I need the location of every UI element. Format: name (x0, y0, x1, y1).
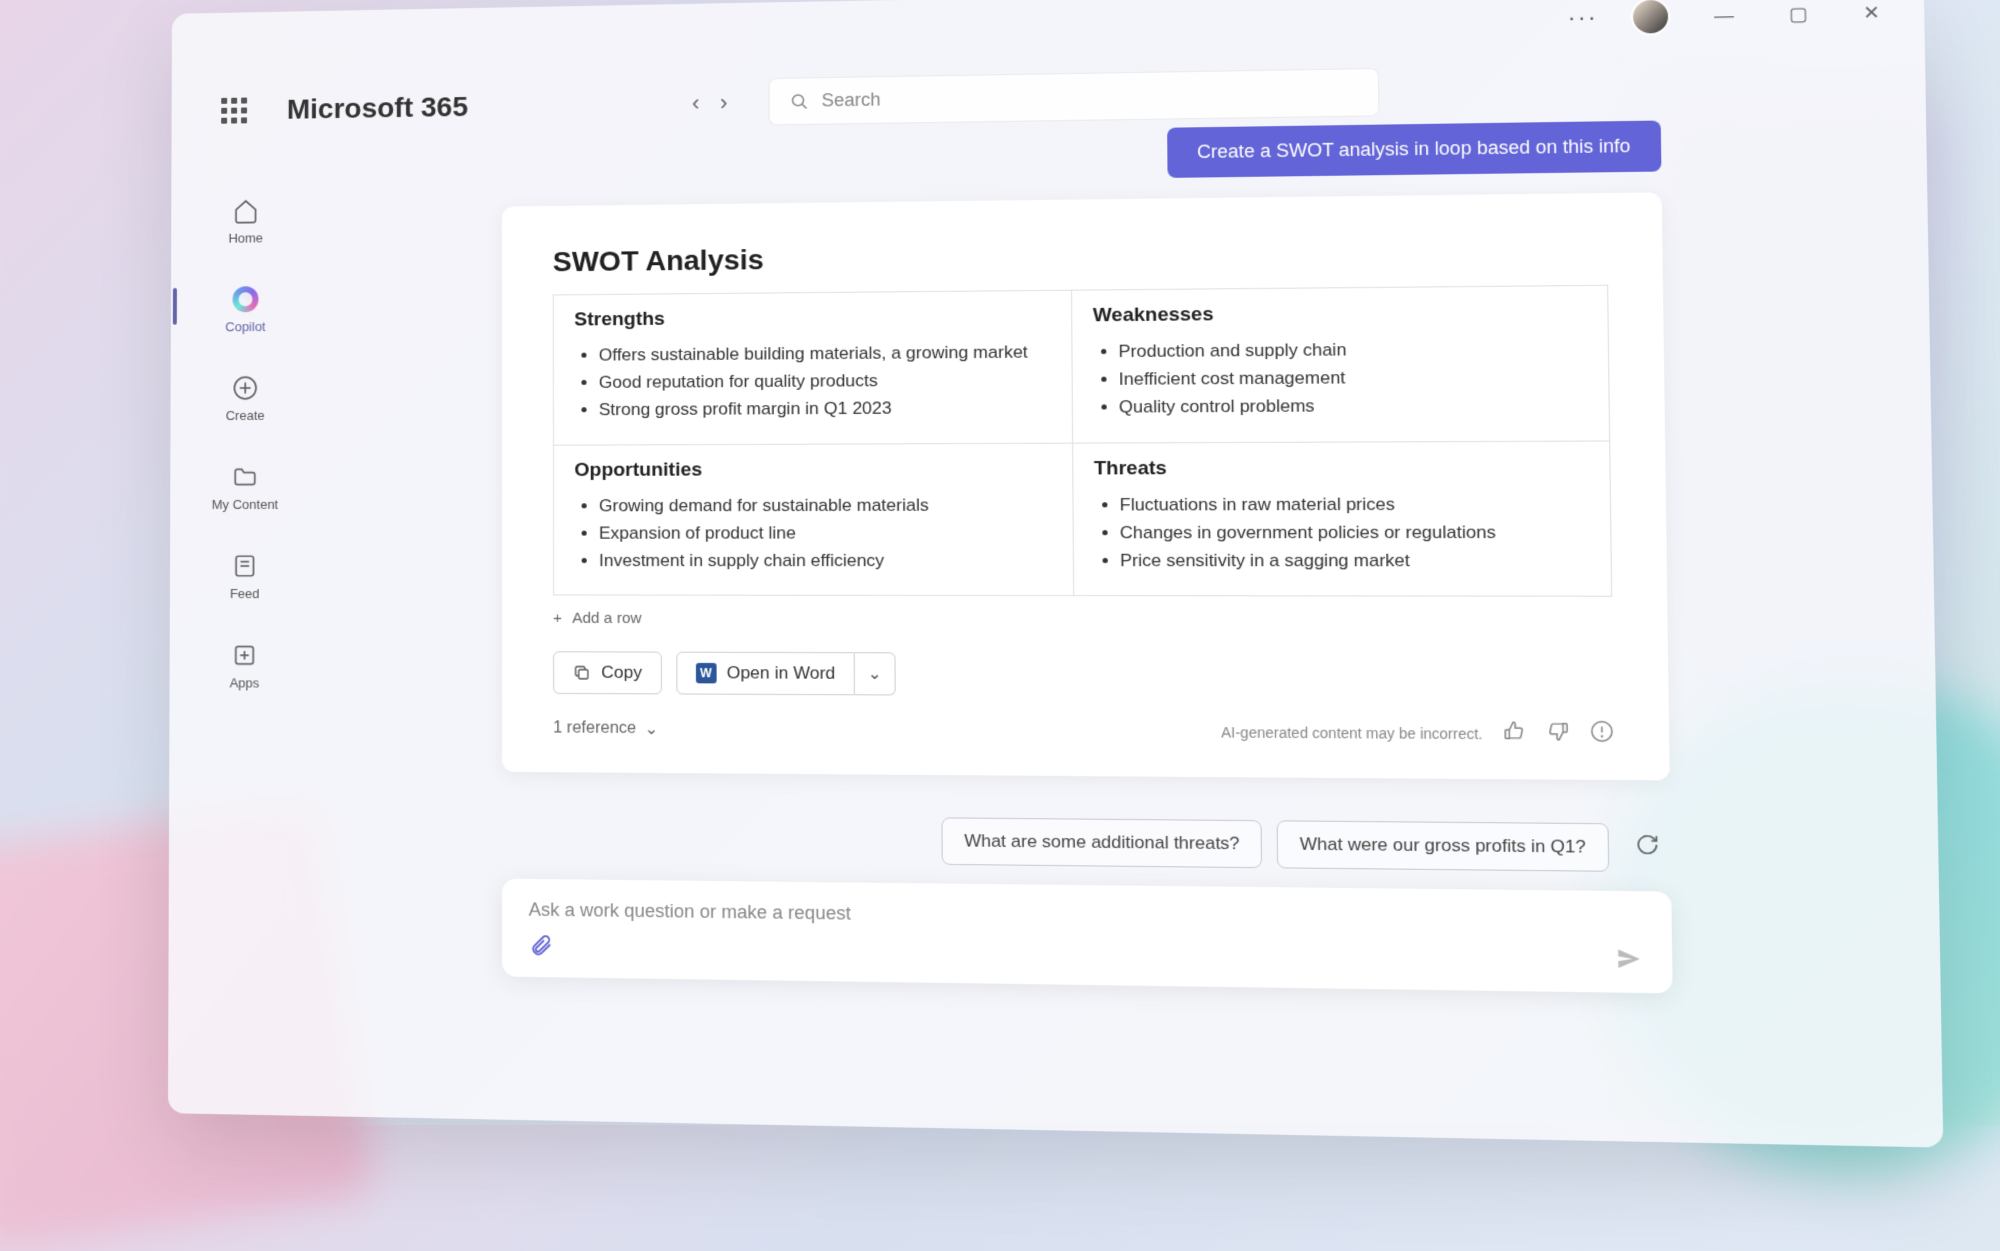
response-title: SWOT Analysis (553, 235, 1608, 279)
open-in-dropdown-button[interactable]: ⌄ (855, 652, 895, 695)
nav-forward-button[interactable]: › (720, 89, 728, 115)
minimize-button[interactable]: — (1703, 0, 1745, 31)
add-row-label: Add a row (572, 610, 641, 627)
more-options-button[interactable]: ··· (1567, 4, 1598, 31)
thumbs-up-button[interactable] (1502, 719, 1526, 748)
sidebar-item-feed[interactable]: Feed (190, 546, 300, 607)
copilot-icon (232, 285, 260, 313)
refresh-icon (1635, 833, 1660, 857)
open-in-word-button[interactable]: W Open in Word (676, 652, 855, 696)
swot-cell-strengths: Strengths Offers sustainable building ma… (553, 290, 1072, 445)
paperclip-icon (529, 933, 554, 958)
list-item: Good reputation for quality products (599, 366, 1050, 396)
open-word-label: Open in Word (727, 663, 836, 684)
swot-cell-opportunities: Opportunities Growing demand for sustain… (553, 443, 1073, 596)
search-placeholder: Search (821, 89, 880, 111)
report-button[interactable] (1590, 720, 1615, 749)
sidebar-item-home[interactable]: Home (191, 190, 301, 252)
user-message-bubble: Create a SWOT analysis in loop based on … (1167, 120, 1661, 177)
attach-button[interactable] (529, 933, 554, 963)
nav-back-button[interactable]: ‹ (692, 90, 700, 116)
chevron-down-icon: ⌄ (644, 718, 658, 738)
thumbs-down-button[interactable] (1546, 720, 1570, 749)
chevron-down-icon: ⌄ (868, 666, 882, 684)
sidebar-item-create[interactable]: Create (190, 368, 300, 430)
references-label: 1 reference (553, 719, 636, 738)
sidebar-item-label: Feed (230, 586, 260, 601)
plus-circle-icon (231, 374, 259, 402)
list-item: Changes in government policies or regula… (1120, 518, 1589, 547)
copy-label: Copy (601, 663, 642, 684)
app-title: Microsoft 365 (287, 90, 468, 125)
list-item: Offers sustainable building materials, a… (599, 338, 1050, 369)
sidebar: Home Copilot Create My Content Feed Apps (189, 190, 300, 697)
app-window: ··· — ▢ ✕ Microsoft 365 ‹ › Search Home … (168, 0, 1943, 1148)
copy-icon (573, 664, 591, 682)
sidebar-item-apps[interactable]: Apps (189, 635, 299, 697)
suggestion-chip[interactable]: What are some additional threats? (942, 817, 1262, 868)
card-actions: Copy W Open in Word ⌄ (553, 651, 1614, 699)
send-icon (1615, 945, 1644, 973)
search-icon (790, 92, 809, 110)
chat-content: Create a SWOT analysis in loop based on … (502, 120, 1673, 993)
search-input[interactable]: Search (769, 68, 1380, 126)
list-item: Production and supply chain (1118, 334, 1586, 365)
maximize-button[interactable]: ▢ (1778, 0, 1819, 29)
list-item: Fluctuations in raw material prices (1120, 489, 1589, 518)
refresh-suggestions-button[interactable] (1624, 822, 1671, 872)
quadrant-heading: Threats (1094, 456, 1588, 480)
app-launcher-icon[interactable] (221, 97, 247, 123)
swot-cell-threats: Threats Fluctuations in raw material pri… (1072, 441, 1612, 597)
avatar[interactable] (1631, 0, 1671, 36)
quadrant-heading: Weaknesses (1093, 301, 1586, 328)
folder-icon (231, 463, 259, 491)
list-item: Inefficient cost management (1119, 362, 1587, 393)
feed-icon (231, 552, 259, 580)
titlebar: ··· — ▢ ✕ (1567, 0, 1891, 37)
suggestion-chip[interactable]: What were our gross profits in Q1? (1277, 820, 1609, 872)
sidebar-item-copilot[interactable]: Copilot (191, 279, 301, 341)
list-item: Investment in supply chain efficiency (599, 547, 1051, 575)
prompt-input[interactable]: Ask a work question or make a request (502, 879, 1673, 994)
sidebar-item-label: Home (228, 230, 263, 245)
word-icon: W (696, 663, 717, 683)
send-button[interactable] (1615, 945, 1644, 978)
ai-disclaimer: AI-generated content may be incorrect. (1221, 724, 1483, 742)
copy-button[interactable]: Copy (553, 651, 662, 694)
sidebar-item-mycontent[interactable]: My Content (190, 457, 300, 518)
quadrant-heading: Strengths (574, 305, 1049, 331)
list-item: Strong gross profit margin in Q1 2023 (599, 394, 1050, 424)
sidebar-item-label: Create (226, 408, 265, 423)
add-row-button[interactable]: + Add a row (553, 610, 1613, 630)
list-item: Expansion of product line (599, 519, 1051, 547)
list-item: Growing demand for sustainable materials (599, 491, 1051, 520)
sidebar-item-label: Copilot (225, 319, 265, 334)
list-item: Quality control problems (1119, 391, 1587, 422)
response-card: SWOT Analysis Strengths Offers sustainab… (502, 192, 1670, 780)
suggestions-row: What are some additional threats? What w… (502, 813, 1671, 873)
swot-cell-weaknesses: Weaknesses Production and supply chain I… (1071, 285, 1610, 442)
sidebar-item-label: Apps (230, 675, 260, 690)
plus-icon: + (553, 610, 562, 627)
apps-icon (230, 641, 258, 669)
references-toggle[interactable]: 1 reference ⌄ (553, 718, 658, 739)
prompt-placeholder: Ask a work question or make a request (529, 899, 1643, 934)
home-icon (232, 197, 260, 225)
list-item: Price sensitivity in a sagging market (1120, 546, 1589, 575)
swot-table: Strengths Offers sustainable building ma… (553, 285, 1612, 597)
close-button[interactable]: ✕ (1852, 0, 1891, 28)
quadrant-heading: Opportunities (574, 458, 1050, 482)
sidebar-item-label: My Content (212, 497, 278, 512)
